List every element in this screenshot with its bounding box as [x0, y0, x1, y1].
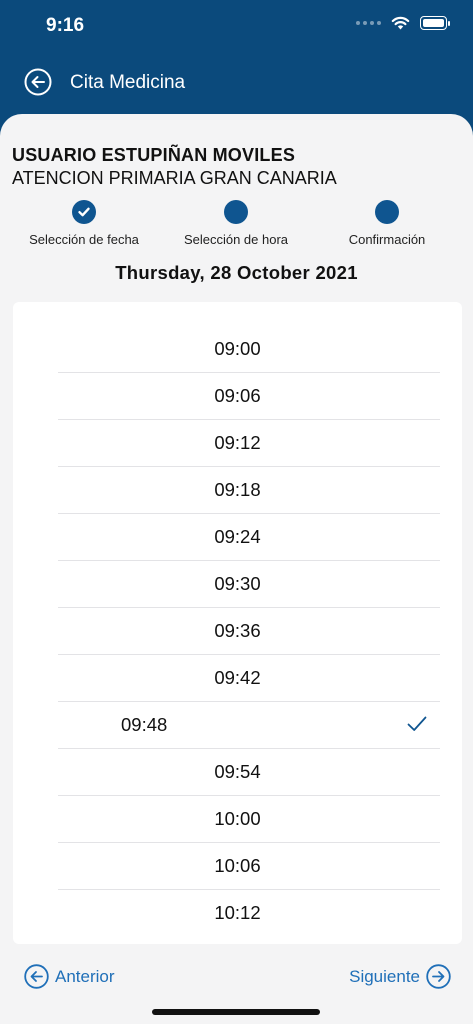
time-slot-label: 09:30: [214, 573, 261, 594]
back-arrow-icon[interactable]: [24, 68, 52, 96]
step-pending-icon: [375, 200, 399, 224]
selected-date-title: Thursday, 28 October 2021: [115, 262, 358, 283]
time-slot-row[interactable]: 09:36: [13, 607, 462, 654]
status-time: 9:16: [46, 15, 85, 36]
screen-title: Cita Medicina: [70, 72, 186, 93]
time-slot-label: 10:00: [214, 808, 261, 829]
next-button-label: Siguiente: [349, 966, 420, 986]
row-divider: [58, 419, 440, 420]
selected-check-icon: [407, 716, 427, 731]
row-divider: [58, 607, 440, 608]
time-slot-row[interactable]: 09:42: [13, 654, 462, 701]
time-slot-row[interactable]: 09:00: [13, 325, 462, 372]
row-divider: [58, 701, 440, 702]
next-button[interactable]: Siguiente: [349, 964, 451, 989]
time-slot-row[interactable]: 09:12: [13, 419, 462, 466]
step-pending-icon: [224, 200, 248, 224]
time-slot-label: 09:24: [214, 526, 261, 547]
time-slot-row[interactable]: 09:24: [13, 513, 462, 560]
time-slot-label: 09:12: [214, 432, 261, 453]
time-slot-label: 09:42: [214, 667, 261, 688]
patient-name: USUARIO ESTUPIÑAN MOVILES: [12, 145, 296, 165]
previous-button-label: Anterior: [55, 966, 115, 986]
step-time-selection: Selección de hora: [156, 200, 316, 247]
row-divider: [58, 889, 440, 890]
health-center-name: ATENCION PRIMARIA GRAN CANARIA: [12, 168, 337, 188]
row-divider: [58, 795, 440, 796]
checkmark-icon: [78, 207, 90, 217]
time-slot-label: 09:06: [214, 385, 261, 406]
arrow-right-circle-icon: [426, 964, 451, 989]
home-indicator: [152, 1009, 320, 1015]
step-completed-icon: [72, 200, 96, 224]
time-slot-label: 09:18: [214, 479, 261, 500]
step-date-selection: Selección de fecha: [4, 200, 164, 247]
cellular-signal-icon: [356, 21, 381, 25]
time-slot-label: 10:12: [214, 902, 261, 923]
time-slot-label: 10:06: [214, 855, 261, 876]
row-divider: [58, 560, 440, 561]
progress-steps: Selección de fecha Selección de hora Con…: [0, 200, 473, 256]
time-slot-row[interactable]: 10:12: [13, 889, 462, 936]
arrow-left-circle-icon: [24, 964, 49, 989]
time-slot-row[interactable]: 10:00: [13, 795, 462, 842]
time-slot-list: 09:00 09:06 09:12 09:18 09:24 09:30 09:36 09:42…: [13, 302, 462, 944]
row-divider: [58, 654, 440, 655]
previous-button[interactable]: Anterior: [24, 964, 115, 989]
row-divider: [58, 513, 440, 514]
step-confirmation: Confirmación: [307, 200, 467, 247]
step-label: Selección de hora: [183, 232, 289, 247]
time-slot-row[interactable]: 10:06: [13, 842, 462, 889]
row-divider: [58, 748, 440, 749]
step-label: Selección de fecha: [29, 232, 139, 247]
row-divider: [58, 466, 440, 467]
time-slot-row[interactable]: 09:06: [13, 372, 462, 419]
app-header: 9:16 Cita Medicina: [0, 0, 473, 130]
time-slot-label: 09:54: [214, 761, 261, 782]
battery-icon: [420, 16, 450, 30]
status-icons: [356, 16, 450, 30]
time-slot-row[interactable]: 09:54: [13, 748, 462, 795]
row-divider: [58, 842, 440, 843]
time-slot-row[interactable]: 09:48: [13, 701, 462, 748]
time-slot-label: 09:48: [121, 714, 168, 735]
wifi-icon: [391, 16, 410, 30]
time-slot-label: 09:00: [214, 338, 261, 359]
row-divider: [58, 372, 440, 373]
step-label: Confirmación: [348, 232, 426, 247]
time-slot-row[interactable]: 09:30: [13, 560, 462, 607]
time-slot-row[interactable]: 09:18: [13, 466, 462, 513]
time-slot-label: 09:36: [214, 620, 261, 641]
